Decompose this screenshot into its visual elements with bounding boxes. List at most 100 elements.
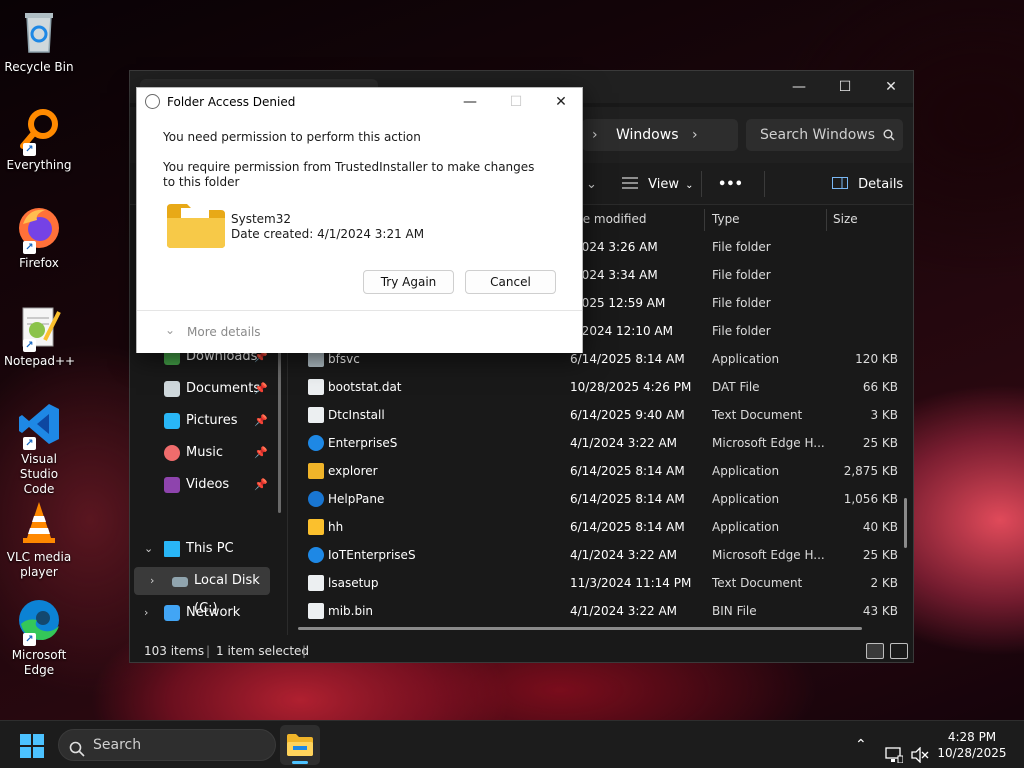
table-row[interactable]: mib.bin 4/1/2024 3:22 AM BIN File 43 KB bbox=[300, 597, 900, 625]
nav-item-network[interactable]: › Network bbox=[130, 599, 280, 627]
desktop-icon-label: Visual Studio Code bbox=[19, 452, 59, 496]
chevron-right-icon: › bbox=[592, 127, 598, 143]
breadcrumb[interactable]: › Windows › bbox=[582, 119, 738, 151]
details-label: Details bbox=[858, 177, 904, 192]
desktop-icon-edge[interactable]: ↗ Microsoft Edge bbox=[4, 596, 74, 678]
table-row[interactable]: DtcInstall 6/14/2025 9:40 AM Text Document… bbox=[300, 401, 900, 429]
desktop-icon-notepadpp[interactable]: ↗ Notepad++ bbox=[4, 302, 76, 369]
file-type: File folder bbox=[712, 268, 771, 282]
nav-item-label: Network bbox=[186, 605, 241, 620]
desktop-icon-everything[interactable]: ↗ Everything bbox=[4, 106, 74, 173]
file-size: 40 KB bbox=[862, 520, 898, 534]
file-explorer-icon bbox=[287, 734, 313, 756]
pin-icon[interactable]: 📌 bbox=[254, 407, 268, 435]
vertical-scrollbar[interactable] bbox=[904, 498, 907, 548]
file-type: Application bbox=[712, 464, 780, 478]
pin-icon[interactable]: 📌 bbox=[254, 471, 268, 499]
table-row[interactable]: bootstat.dat 10/28/2025 4:26 PM DAT File 66… bbox=[300, 373, 900, 401]
this-pc-icon bbox=[164, 541, 180, 557]
column-divider[interactable] bbox=[704, 209, 705, 231]
more-options-button[interactable]: ••• bbox=[718, 173, 743, 197]
pin-icon[interactable]: 📌 bbox=[254, 439, 268, 467]
horizontal-scrollbar[interactable] bbox=[298, 627, 862, 630]
more-details-link[interactable]: More details bbox=[187, 325, 261, 339]
try-again-button[interactable]: Try Again bbox=[363, 270, 454, 294]
file-type: Application bbox=[712, 352, 780, 366]
nav-item-pictures[interactable]: Pictures 📌 bbox=[130, 407, 280, 435]
table-row[interactable]: explorer 6/14/2025 8:14 AM Application 2,87… bbox=[300, 457, 900, 485]
column-header-size[interactable]: Size bbox=[833, 205, 858, 233]
txt-icon bbox=[308, 407, 324, 423]
column-header-type[interactable]: Type bbox=[712, 205, 740, 233]
network-tray-icon[interactable] bbox=[885, 735, 904, 764]
minimize-icon[interactable]: — bbox=[447, 88, 493, 116]
folder-name: System32 bbox=[231, 212, 292, 226]
table-row[interactable]: hh 6/14/2025 8:14 AM Application 40 KB bbox=[300, 513, 900, 541]
details-pane-button[interactable]: Details bbox=[832, 173, 903, 197]
minimize-icon[interactable]: — bbox=[776, 71, 822, 103]
file-date: 4/1/2024 3:22 AM bbox=[570, 548, 678, 562]
nav-item-label: Videos bbox=[186, 477, 230, 492]
table-row[interactable]: lsasetup 11/3/2024 11:14 PM Text Document 2… bbox=[300, 569, 900, 597]
table-row[interactable]: EnterpriseS 4/1/2024 3:22 AM Microsoft Edg… bbox=[300, 429, 900, 457]
system-clock[interactable]: 4:28 PM 10/28/2025 bbox=[932, 729, 1012, 761]
taskbar-search-box[interactable]: Search bbox=[58, 729, 276, 761]
details-view-icon[interactable] bbox=[866, 643, 884, 659]
file-size: 66 KB bbox=[862, 380, 898, 394]
desktop-icon-label: Notepad++ bbox=[4, 354, 76, 368]
cancel-button[interactable]: Cancel bbox=[465, 270, 556, 294]
start-button[interactable] bbox=[20, 734, 44, 758]
show-hidden-icons-chevron-icon[interactable]: ⌃ bbox=[855, 721, 867, 768]
nav-item-music[interactable]: Music 📌 bbox=[130, 439, 280, 467]
desktop-icon-vscode[interactable]: ↗ Visual Studio Code bbox=[4, 400, 74, 497]
hh-icon bbox=[308, 519, 324, 535]
column-header-date[interactable]: te modified bbox=[578, 205, 646, 233]
table-row[interactable]: HelpPane 6/14/2025 8:14 AM Application 1,05… bbox=[300, 485, 900, 513]
file-type: Microsoft Edge H... bbox=[712, 548, 825, 562]
chevron-right-icon[interactable]: › bbox=[692, 119, 698, 151]
nav-item-local-disk[interactable]: › Local Disk (C:) bbox=[134, 567, 270, 616]
chevron-down-icon[interactable]: ⌄ bbox=[144, 535, 153, 563]
close-icon[interactable]: ✕ bbox=[538, 88, 584, 116]
maximize-icon: ☐ bbox=[509, 94, 523, 110]
everything-search-icon: ↗ bbox=[15, 106, 63, 156]
nav-item-videos[interactable]: Videos 📌 bbox=[130, 471, 280, 499]
clock-date: 10/28/2025 bbox=[937, 746, 1007, 760]
table-row[interactable]: IoTEnterpriseS 4/1/2024 3:22 AM Microsoft … bbox=[300, 541, 900, 569]
tiles-view-icon[interactable] bbox=[890, 643, 908, 659]
sort-chevron-icon[interactable]: ⌄ bbox=[586, 173, 597, 197]
videos-icon bbox=[164, 477, 180, 493]
volume-muted-icon[interactable] bbox=[911, 735, 929, 764]
desktop-icon-recycle-bin[interactable]: Recycle Bin bbox=[4, 8, 74, 75]
windows-logo-icon bbox=[20, 734, 44, 758]
file-name: lsasetup bbox=[328, 576, 379, 590]
file-date: 4/1/2024 3:22 AM bbox=[570, 604, 678, 618]
pictures-icon bbox=[164, 413, 180, 429]
nav-item-this-pc[interactable]: ⌄ This PC bbox=[130, 535, 280, 563]
vscode-icon: ↗ bbox=[15, 400, 63, 450]
file-name: HelpPane bbox=[328, 492, 385, 506]
pin-icon[interactable]: 📌 bbox=[254, 375, 268, 403]
breadcrumb-windows[interactable]: Windows bbox=[616, 119, 679, 151]
maximize-icon[interactable]: ☐ bbox=[822, 71, 868, 103]
explorer-search-input[interactable]: Search Windows bbox=[746, 119, 903, 151]
nav-item-documents[interactable]: Documents 📌 bbox=[130, 375, 280, 403]
taskbar-file-explorer[interactable] bbox=[280, 725, 320, 765]
desktop-icon-vlc[interactable]: VLC media player bbox=[4, 498, 74, 580]
view-button[interactable]: View ⌄ bbox=[622, 173, 694, 197]
status-bar: 103 items | 1 item selected | bbox=[130, 639, 913, 663]
file-name: explorer bbox=[328, 464, 378, 478]
desktop-icon-firefox[interactable]: ↗ Firefox bbox=[4, 204, 74, 271]
chevron-right-icon[interactable]: › bbox=[150, 567, 154, 595]
nav-item-label: Pictures bbox=[186, 413, 238, 428]
edge-icon: ↗ bbox=[15, 596, 63, 646]
file-type: Text Document bbox=[712, 576, 803, 590]
file-size: 3 KB bbox=[870, 408, 898, 422]
network-icon bbox=[164, 605, 180, 621]
column-divider[interactable] bbox=[826, 209, 827, 231]
close-icon[interactable]: ✕ bbox=[868, 71, 914, 103]
chevron-right-icon[interactable]: › bbox=[144, 599, 148, 627]
file-date: 11/3/2024 11:14 PM bbox=[570, 576, 692, 590]
desktop-icon-label: Firefox bbox=[19, 256, 59, 270]
chevron-down-icon[interactable]: ⌄ bbox=[165, 323, 175, 337]
